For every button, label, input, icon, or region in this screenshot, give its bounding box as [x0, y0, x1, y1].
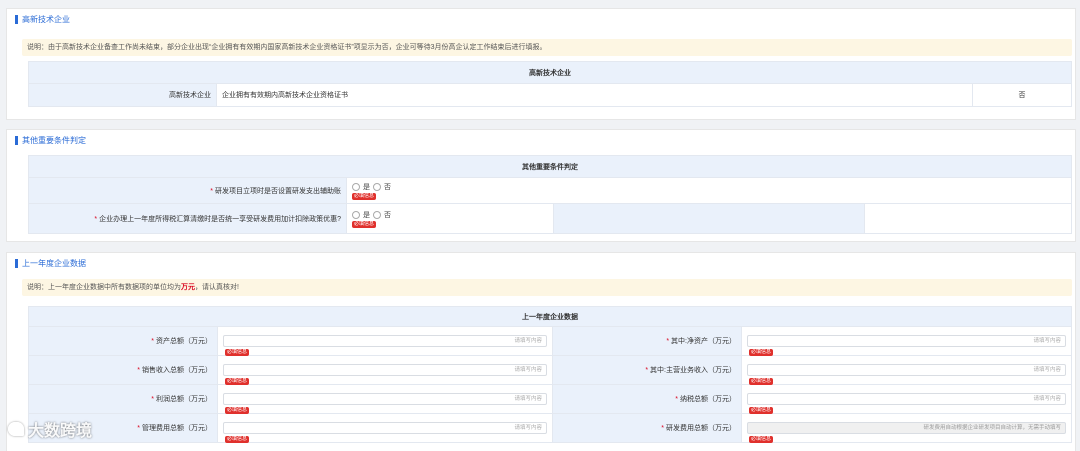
- section-title: 高新技术企业: [15, 14, 70, 25]
- field-label-text: 研发费用总额（万元）: [666, 425, 736, 432]
- field-label: * 其中:净资产（万元）: [552, 326, 742, 356]
- row-label: 高新技术企业: [28, 83, 217, 107]
- row-description: 企业拥有有效期内高新技术企业资格证书: [216, 83, 973, 107]
- title-bar-icon: [15, 136, 18, 145]
- section-title-text: 上一年度企业数据: [22, 259, 86, 268]
- field-label-text: 其中:净资产（万元）: [671, 338, 736, 345]
- table-header: 其他重要条件判定: [28, 155, 1072, 178]
- row-value: 否: [971, 83, 1073, 107]
- condition-label-text: 企业办理上一年度所得税汇算清缴时是否统一享受研发费用加计扣除政策优惠?: [99, 215, 341, 223]
- required-badge: 必填信息: [225, 407, 250, 414]
- title-bar-icon: [15, 15, 18, 24]
- rd-expense-input[interactable]: 研发费用自动根据企业研发项目自动计算，无需手动填写: [747, 422, 1066, 434]
- field-label-text: 其中:主营业务收入（万元）: [650, 367, 736, 374]
- table-header: 高新技术企业: [27, 61, 1073, 84]
- field-label-text: 销售收入总额（万元）: [142, 367, 212, 374]
- radio-no-label: 否: [384, 211, 391, 219]
- section-title: 上一年度企业数据: [15, 258, 86, 269]
- field-cell: 请填写内容 必填信息: [217, 413, 553, 443]
- radio-no-label: 否: [384, 183, 391, 191]
- required-badge: 必填信息: [352, 192, 377, 200]
- field-cell: 请填写内容 必填信息: [741, 326, 1072, 356]
- watermark-text: 大数跨境: [28, 423, 93, 440]
- notice-text: 说明：上一年度企业数据中所有数据项的单位均为: [27, 284, 181, 291]
- required-badge: 必填信息: [749, 378, 774, 385]
- field-label-text: 纳税总额（万元）: [680, 396, 736, 403]
- field-label: * 研发费用总额（万元）: [552, 413, 742, 443]
- field-cell: 请填写内容 必填信息: [741, 355, 1072, 385]
- radio-yes[interactable]: [352, 182, 360, 191]
- required-badge: 必填信息: [749, 349, 774, 356]
- main-business-income-input[interactable]: 请填写内容: [747, 364, 1066, 376]
- section-high-tech: 高新技术企业 说明：由于高新技术企业备查工作尚未结束，部分企业出现“企业拥有有效…: [6, 8, 1076, 120]
- section-title-text: 其他重要条件判定: [22, 136, 86, 145]
- total-tax-input[interactable]: 请填写内容: [747, 393, 1066, 405]
- condition-label-text: 研发项目立项时是否设置研发支出辅助账: [215, 187, 341, 195]
- required-badge: 必填信息: [225, 349, 250, 356]
- watermark: 大数跨境: [8, 417, 92, 441]
- high-tech-table: 高新技术企业 高新技术企业 企业拥有有效期内高新技术企业资格证书 否: [27, 61, 1073, 107]
- last-year-table: 上一年度企业数据 * 资产总额（万元） 请填写内容 必填信息 * 其中:净资产（万元）…: [28, 306, 1072, 443]
- watermark-logo-icon: [8, 422, 24, 436]
- field-label: * 其中:主营业务收入（万元）: [552, 355, 742, 385]
- required-badge: 必填信息: [749, 436, 774, 443]
- required-badge: 必填信息: [225, 378, 250, 385]
- table-header: 上一年度企业数据: [28, 306, 1072, 327]
- field-cell: 请填写内容 必填信息: [741, 384, 1072, 414]
- field-label-text: 利润总额（万元）: [156, 396, 212, 403]
- notice-banner: 说明：由于高新技术企业备查工作尚未结束，部分企业出现“企业拥有有效期内国家高新技…: [22, 39, 1072, 56]
- condition-radio-cell: 是 否 必填信息: [346, 203, 554, 234]
- notice-unit: 万元: [181, 284, 195, 291]
- field-cell: 请填写内容 必填信息: [217, 355, 553, 385]
- radio-no[interactable]: [373, 182, 381, 191]
- field-cell: 研发费用自动根据企业研发项目自动计算，无需手动填写必填信息: [741, 413, 1072, 443]
- radio-yes-label: 是: [363, 211, 370, 219]
- field-label: * 利润总额（万元）: [28, 384, 218, 414]
- required-badge: 必填信息: [225, 436, 250, 443]
- radio-no[interactable]: [373, 210, 381, 219]
- section-title-text: 高新技术企业: [22, 15, 70, 24]
- section-other-conditions: 其他重要条件判定 其他重要条件判定 * 研发项目立项时是否设置研发支出辅助账 是 …: [6, 129, 1076, 242]
- field-cell: 请填写内容 必填信息: [217, 326, 553, 356]
- required-badge: 必填信息: [352, 220, 377, 228]
- net-assets-input[interactable]: 请填写内容: [747, 335, 1066, 347]
- title-bar-icon: [15, 259, 18, 268]
- required-badge: 必填信息: [749, 407, 774, 414]
- condition-radio-cell: 是 否 必填信息: [346, 177, 1072, 204]
- radio-yes-label: 是: [363, 183, 370, 191]
- field-label: * 资产总额（万元）: [28, 326, 218, 356]
- total-profit-input[interactable]: 请填写内容: [223, 393, 547, 405]
- empty-cell: [553, 203, 865, 234]
- notice-banner: 说明：上一年度企业数据中所有数据项的单位均为万元，请认真核对!: [22, 279, 1072, 296]
- field-label-text: 管理费用总额（万元）: [142, 425, 212, 432]
- sales-revenue-input[interactable]: 请填写内容: [223, 364, 547, 376]
- field-label: * 纳税总额（万元）: [552, 384, 742, 414]
- condition-label: * 企业办理上一年度所得税汇算清缴时是否统一享受研发费用加计扣除政策优惠?: [28, 203, 347, 234]
- section-title: 其他重要条件判定: [15, 135, 86, 146]
- field-cell: 请填写内容 必填信息: [217, 384, 553, 414]
- radio-yes[interactable]: [352, 210, 360, 219]
- notice-text-end: ，请认真核对!: [195, 284, 239, 291]
- section-last-year-data: 上一年度企业数据 说明：上一年度企业数据中所有数据项的单位均为万元，请认真核对!…: [6, 252, 1076, 451]
- field-label: * 销售收入总额（万元）: [28, 355, 218, 385]
- empty-cell: [864, 203, 1072, 234]
- conditions-table: 其他重要条件判定 * 研发项目立项时是否设置研发支出辅助账 是 否 必填信息 * 企…: [28, 155, 1072, 234]
- field-label-text: 资产总额（万元）: [156, 338, 212, 345]
- condition-label: * 研发项目立项时是否设置研发支出辅助账: [28, 177, 347, 204]
- management-expense-input[interactable]: 请填写内容: [223, 422, 547, 434]
- total-assets-input[interactable]: 请填写内容: [223, 335, 547, 347]
